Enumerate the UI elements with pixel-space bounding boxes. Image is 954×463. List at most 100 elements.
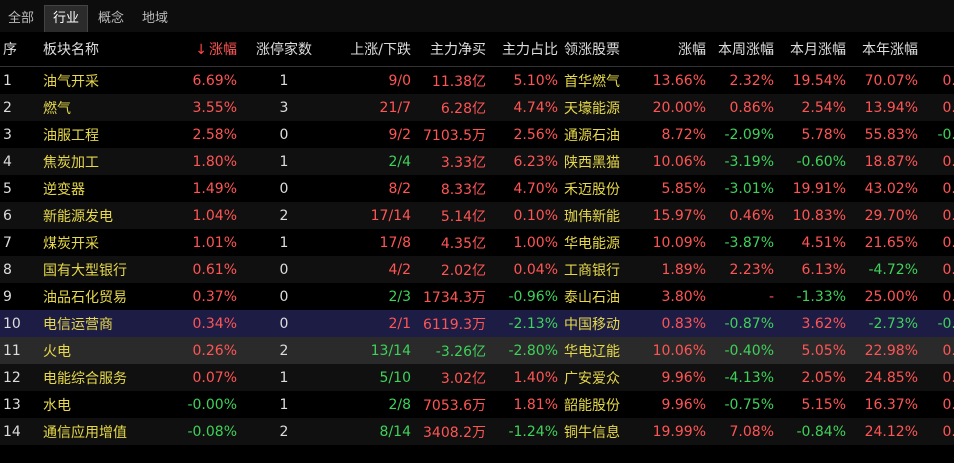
table-row[interactable]: 9 油品石化贸易 0.37% 0 2/3 1734.3万 -0.96% 泰山石油 3.80% - -… xyxy=(0,283,954,310)
speed: 0.14% xyxy=(942,99,954,116)
main-net-buy: 3.33亿 xyxy=(440,154,486,171)
row-index: 12 xyxy=(3,369,21,386)
col-header-limit-up-count[interactable]: 涨停家数 xyxy=(240,32,328,67)
year-change: 29.70% xyxy=(864,207,918,224)
change-pct: 0.26% xyxy=(192,342,237,359)
sort-desc-icon: ↓ xyxy=(195,42,207,58)
week-change: -2.09% xyxy=(724,126,774,143)
sector-name: 水电 xyxy=(43,397,71,414)
col-header-speed[interactable]: 涨速 xyxy=(921,32,954,67)
week-change: -3.01% xyxy=(724,180,774,197)
up-down: 5/10 xyxy=(379,369,411,386)
limit-up-count: 0 xyxy=(279,261,289,278)
sector-table-container[interactable]: 序 板块名称 ↓ 涨幅 涨停家数 上涨/下跌 主力净买 主力占比 领涨股票 涨幅 … xyxy=(0,32,954,463)
limit-up-count: 1 xyxy=(279,72,289,89)
change-pct: 0.61% xyxy=(192,261,237,278)
table-row[interactable]: 4 焦炭加工 1.80% 1 2/4 3.33亿 6.23% 陕西黑猫 10.06% -3.19%… xyxy=(0,148,954,175)
table-row[interactable]: 12 电能综合服务 0.07% 1 5/10 3.02亿 1.40% 广安爱众 9.96% -4.… xyxy=(0,364,954,391)
leading-change: 9.96% xyxy=(661,396,706,413)
week-change: -3.19% xyxy=(724,153,774,170)
table-row[interactable]: 13 水电 -0.00% 1 2/8 7053.6万 1.81% 韶能股份 9.96% -0.75… xyxy=(0,391,954,418)
year-change: 25.00% xyxy=(864,288,918,305)
row-index: 8 xyxy=(3,261,12,278)
week-change: 2.23% xyxy=(729,261,774,278)
main-ratio: -0.96% xyxy=(508,288,558,305)
tab-industry[interactable]: 行业 xyxy=(44,5,89,32)
table-row[interactable]: 5 逆变器 1.49% 0 8/2 8.33亿 4.70% 禾迈股份 5.85% -3.01% 19… xyxy=(0,175,954,202)
col-header-main-ratio[interactable]: 主力占比 xyxy=(489,32,561,67)
year-change: 55.83% xyxy=(864,126,918,143)
table-row[interactable]: 10 电信运营商 0.34% 0 2/1 6119.3万 -2.13% 中国移动 0.83% -0… xyxy=(0,310,954,337)
month-change: 6.13% xyxy=(801,261,846,278)
tab-concept[interactable]: 概念 xyxy=(90,6,132,32)
row-index: 5 xyxy=(3,180,12,197)
table-row[interactable]: 7 煤炭开采 1.01% 1 17/8 4.35亿 1.00% 华电能源 10.09% -3.87… xyxy=(0,229,954,256)
up-down: 8/14 xyxy=(379,423,411,440)
table-row[interactable]: 8 国有大型银行 0.61% 0 4/2 2.02亿 0.04% 工商银行 1.89% 2.23%… xyxy=(0,256,954,283)
tab-region[interactable]: 地域 xyxy=(134,6,176,32)
change-pct: 1.04% xyxy=(192,207,237,224)
up-down: 9/2 xyxy=(388,126,411,143)
col-header-change-pct[interactable]: ↓ 涨幅 xyxy=(144,32,240,67)
main-ratio: -2.80% xyxy=(508,342,558,359)
limit-up-count: 2 xyxy=(279,342,289,359)
leading-change: 5.85% xyxy=(661,180,706,197)
col-header-year-change[interactable]: 本年涨幅 xyxy=(849,32,921,67)
month-change: -0.84% xyxy=(796,423,846,440)
month-change: 2.54% xyxy=(801,99,846,116)
tab-all[interactable]: 全部 xyxy=(0,6,42,32)
week-change: 0.86% xyxy=(729,99,774,116)
month-change: 10.83% xyxy=(792,207,846,224)
up-down: 9/0 xyxy=(388,72,411,89)
change-pct: 1.80% xyxy=(192,153,237,170)
col-header-leading-stock[interactable]: 领涨股票 xyxy=(561,32,637,67)
speed: 0.11% xyxy=(942,342,954,359)
table-row[interactable]: 2 燃气 3.55% 3 21/7 6.28亿 4.74% 天壕能源 20.00% 0.86% 2.… xyxy=(0,94,954,121)
leading-stock: 首华燃气 xyxy=(564,73,620,90)
leading-change: 20.00% xyxy=(652,99,706,116)
leading-change: 19.99% xyxy=(652,423,706,440)
leading-stock: 陕西黑猫 xyxy=(564,154,620,171)
week-change: -3.87% xyxy=(724,234,774,251)
year-change: 43.02% xyxy=(864,180,918,197)
year-change: 16.37% xyxy=(864,396,918,413)
col-header-leading-change[interactable]: 涨幅 xyxy=(637,32,709,67)
sector-name: 油品石化贸易 xyxy=(43,289,127,306)
table-row[interactable]: 3 油服工程 2.58% 0 9/2 7103.5万 2.56% 通源石油 8.72% -2.09… xyxy=(0,121,954,148)
sector-name: 油气开采 xyxy=(43,73,99,90)
col-header-main-net-buy[interactable]: 主力净买 xyxy=(414,32,489,67)
change-pct: 0.37% xyxy=(192,288,237,305)
month-change: 4.51% xyxy=(801,234,846,251)
leading-stock: 韶能股份 xyxy=(564,397,620,414)
leading-stock: 天壕能源 xyxy=(564,100,620,117)
limit-up-count: 2 xyxy=(279,423,289,440)
change-pct: 2.58% xyxy=(192,126,237,143)
speed: 0.20% xyxy=(942,72,954,89)
table-row[interactable]: 6 新能源发电 1.04% 2 17/14 5.14亿 0.10% 珈伟新能 15.97% 0.4… xyxy=(0,202,954,229)
leading-stock: 禾迈股份 xyxy=(564,181,620,198)
col-header-index[interactable]: 序 xyxy=(0,32,40,67)
table-row[interactable]: 1 油气开采 6.69% 1 9/0 11.38亿 5.10% 首华燃气 13.66% 2.32%… xyxy=(0,67,954,95)
table-row[interactable]: 11 火电 0.26% 2 13/14 -3.26亿 -2.80% 华电辽能 10.06% -0.… xyxy=(0,337,954,364)
row-index: 7 xyxy=(3,234,12,251)
leading-change: 10.09% xyxy=(652,234,706,251)
month-change: 19.91% xyxy=(792,180,846,197)
main-ratio: 1.81% xyxy=(513,396,558,413)
col-header-week-change[interactable]: 本周涨幅 xyxy=(709,32,777,67)
row-index: 4 xyxy=(3,153,12,170)
limit-up-count: 3 xyxy=(279,99,289,116)
up-down: 21/7 xyxy=(379,99,411,116)
leading-stock: 中国移动 xyxy=(564,316,620,333)
col-header-sector-name[interactable]: 板块名称 xyxy=(40,32,144,67)
col-header-month-change[interactable]: 本月涨幅 xyxy=(777,32,849,67)
change-pct: 1.49% xyxy=(192,180,237,197)
leading-change: 15.97% xyxy=(652,207,706,224)
main-net-buy: 1734.3万 xyxy=(423,289,486,306)
main-net-buy: 3.02亿 xyxy=(440,370,486,387)
week-change: 2.32% xyxy=(729,72,774,89)
table-row[interactable]: 14 通信应用增值 -0.08% 2 8/14 3408.2万 -1.24% 铜牛信息 19.9… xyxy=(0,418,954,445)
leading-stock: 珈伟新能 xyxy=(564,208,620,225)
limit-up-count: 0 xyxy=(279,315,289,332)
sector-name: 国有大型银行 xyxy=(43,262,127,279)
col-header-up-down[interactable]: 上涨/下跌 xyxy=(328,32,414,67)
